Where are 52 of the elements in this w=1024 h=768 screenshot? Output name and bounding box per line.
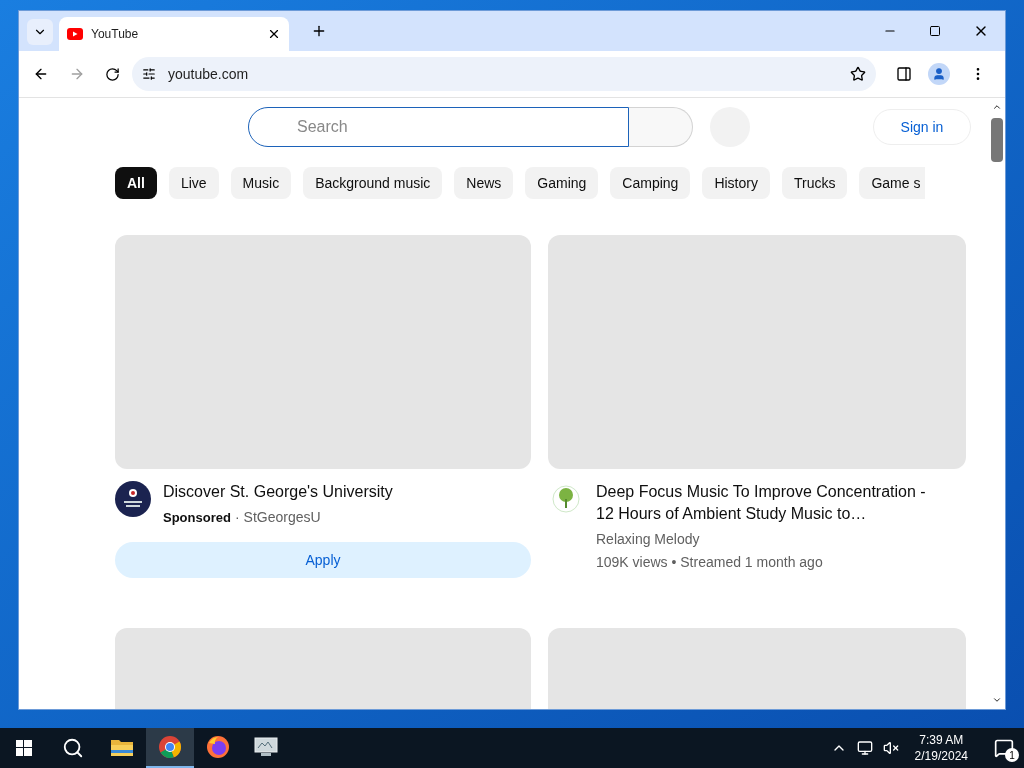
thumbnail-placeholder[interactable] bbox=[548, 235, 966, 469]
apply-button[interactable]: Apply bbox=[115, 542, 531, 578]
reload-icon[interactable] bbox=[105, 66, 120, 82]
network-icon[interactable] bbox=[856, 740, 873, 756]
bookmark-icon[interactable] bbox=[850, 66, 866, 82]
sponsored-label: Sponsored bbox=[163, 508, 231, 527]
filter-chip[interactable]: Trucks bbox=[781, 167, 848, 199]
maximize-icon[interactable] bbox=[929, 25, 941, 37]
windows-start-icon[interactable] bbox=[16, 740, 32, 756]
url-text: youtube.com bbox=[168, 64, 250, 84]
search-icon[interactable] bbox=[62, 737, 84, 759]
filter-chip[interactable]: Game s bbox=[859, 167, 925, 199]
channel-name[interactable]: StGeorgesU bbox=[243, 507, 321, 528]
folder-icon bbox=[110, 737, 134, 757]
firefox-icon bbox=[206, 735, 230, 759]
university-crest-icon bbox=[115, 481, 151, 517]
video-title[interactable]: Discover St. George's University bbox=[163, 481, 508, 503]
filter-chip[interactable]: History bbox=[702, 167, 770, 199]
filter-chip[interactable]: Camping bbox=[610, 167, 691, 199]
clock-date[interactable]: 2/19/2024 bbox=[914, 748, 968, 764]
close-icon[interactable] bbox=[267, 27, 281, 41]
scroll-down-icon[interactable] bbox=[992, 695, 1002, 705]
new-tab-icon[interactable] bbox=[311, 23, 327, 39]
video-title[interactable]: Deep Focus Music To Improve Concentration - 12 Hours of Ambient Study Music to… bbox=[596, 481, 941, 525]
volume-muted-icon[interactable] bbox=[882, 740, 899, 756]
scroll-up-icon[interactable] bbox=[992, 102, 1002, 112]
video-logo-icon bbox=[67, 28, 83, 40]
channel-name[interactable]: Relaxing Melody bbox=[596, 529, 941, 550]
tab-title: YouTube bbox=[91, 26, 140, 43]
filter-chip[interactable]: All bbox=[115, 167, 157, 199]
scroll-thumb[interactable] bbox=[991, 118, 1003, 162]
filter-chip[interactable]: Music bbox=[230, 167, 292, 199]
filter-chip[interactable]: News bbox=[454, 167, 514, 199]
tab[interactable]: YouTube bbox=[59, 17, 289, 51]
address-bar[interactable]: youtube.com bbox=[132, 57, 876, 91]
separator-dot: · bbox=[234, 508, 240, 527]
chrome-icon bbox=[158, 735, 182, 759]
back-icon[interactable] bbox=[33, 66, 49, 82]
filter-chip[interactable]: Background music bbox=[303, 167, 443, 199]
filter-chip[interactable]: Gaming bbox=[525, 167, 599, 199]
video-stats: 109K views • Streamed 1 month ago bbox=[596, 553, 824, 572]
side-panel-icon[interactable] bbox=[896, 66, 912, 82]
search-input[interactable]: Search bbox=[297, 115, 628, 139]
thumbnail-placeholder[interactable] bbox=[115, 235, 531, 469]
filter-chip[interactable]: Live bbox=[168, 167, 219, 199]
site-settings-icon[interactable] bbox=[142, 67, 156, 81]
taskbar-app[interactable] bbox=[146, 728, 194, 768]
tab-search-button[interactable] bbox=[27, 19, 53, 45]
monitor-icon bbox=[253, 736, 279, 758]
profile-icon[interactable] bbox=[928, 63, 950, 85]
clock-time[interactable]: 7:39 AM bbox=[919, 732, 964, 748]
notification-count: 1 bbox=[1005, 748, 1019, 762]
